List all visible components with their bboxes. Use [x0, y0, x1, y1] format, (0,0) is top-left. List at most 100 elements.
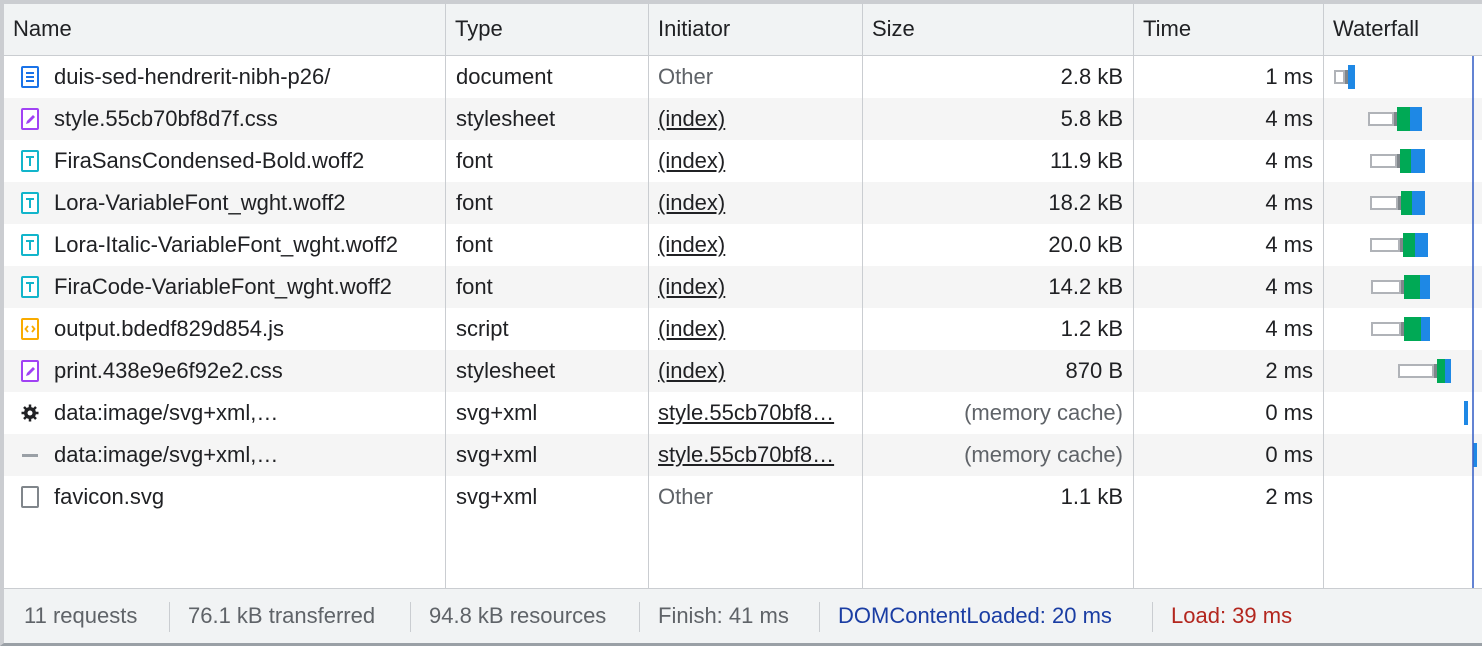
request-name: style.55cb70bf8d7f.css [54, 106, 278, 131]
request-size: (memory cache) [964, 442, 1123, 467]
column-header-name[interactable]: Name [4, 4, 445, 56]
request-size: 5.8 kB [1060, 106, 1123, 131]
waterfall-timing[interactable] [1324, 224, 1482, 266]
column-header-initiator[interactable]: Initiator [649, 4, 862, 56]
waterfall-timing[interactable] [1324, 476, 1482, 518]
column-divider[interactable] [648, 4, 649, 588]
status-bar: 11 requests 76.1 kB transferred 94.8 kB … [4, 588, 1482, 643]
table-row[interactable]: data:image/svg+xml,… svg+xml style.55cb70b… [4, 392, 1482, 434]
request-time: 4 ms [1265, 316, 1313, 341]
request-time: 4 ms [1265, 274, 1313, 299]
waterfall-timing[interactable] [1324, 350, 1482, 392]
request-name: data:image/svg+xml,… [54, 442, 279, 467]
request-name: output.bdedf829d854.js [54, 316, 284, 341]
request-name: favicon.svg [54, 484, 165, 509]
request-type: font [456, 148, 493, 173]
waterfall-timing[interactable] [1324, 308, 1482, 350]
initiator-link[interactable]: style.55cb70bf8… [649, 434, 860, 476]
request-size: (memory cache) [964, 400, 1123, 425]
initiator-link[interactable]: (index) [649, 266, 860, 308]
request-time: 1 ms [1265, 64, 1313, 89]
request-name: print.438e9e6f92e2.css [54, 358, 283, 383]
request-type: svg+xml [456, 400, 538, 425]
waterfall-queue-bar [1398, 364, 1434, 378]
request-time: 2 ms [1265, 358, 1313, 383]
waterfall-waiting-bar [1397, 107, 1410, 131]
request-time: 0 ms [1265, 442, 1313, 467]
request-name: duis-sed-hendrerit-nibh-p26/ [54, 64, 331, 89]
request-type: svg+xml [456, 484, 538, 509]
status-divider [410, 602, 411, 632]
waterfall-queue-bar [1370, 238, 1400, 252]
table-row[interactable]: Lora-Italic-VariableFont_wght.woff2 font (… [4, 224, 1482, 266]
request-type: document [456, 64, 553, 89]
column-divider[interactable] [1133, 4, 1134, 588]
column-divider[interactable] [1323, 4, 1324, 588]
status-divider [639, 602, 640, 632]
request-count: 11 requests [24, 603, 138, 628]
table-row[interactable]: style.55cb70bf8d7f.css stylesheet (index) 5… [4, 98, 1482, 140]
dom-content-loaded-time: DOMContentLoaded: 20 ms [838, 603, 1112, 628]
status-divider [1152, 602, 1153, 632]
table-row[interactable]: FiraCode-VariableFont_wght.woff2 font (ind… [4, 266, 1482, 308]
waterfall-timing[interactable] [1324, 56, 1482, 98]
waterfall-timing[interactable] [1324, 140, 1482, 182]
initiator-link[interactable]: (index) [649, 98, 860, 140]
column-header-size[interactable]: Size [863, 4, 1133, 56]
finish-time: Finish: 41 ms [658, 603, 789, 628]
transferred-size: 76.1 kB transferred [188, 603, 376, 628]
request-type: stylesheet [456, 106, 556, 131]
initiator-link[interactable]: (index) [649, 182, 860, 224]
request-name: Lora-VariableFont_wght.woff2 [54, 190, 346, 215]
table-row[interactable]: print.438e9e6f92e2.css stylesheet (index) 8… [4, 350, 1482, 392]
waterfall-queue-bar [1371, 322, 1401, 336]
waterfall-timing[interactable] [1324, 182, 1482, 224]
request-type: font [456, 232, 493, 257]
request-time: 0 ms [1265, 400, 1313, 425]
request-size: 11.9 kB [1050, 148, 1123, 173]
initiator-link[interactable]: style.55cb70bf8… [649, 392, 860, 434]
request-type: font [456, 274, 493, 299]
waterfall-download-bar [1412, 191, 1425, 215]
initiator-link[interactable]: (index) [649, 308, 860, 350]
request-size: 1.2 kB [1060, 316, 1123, 341]
request-name: FiraCode-VariableFont_wght.woff2 [54, 274, 392, 299]
request-size: 2.8 kB [1060, 64, 1123, 89]
column-header-type[interactable]: Type [446, 4, 648, 56]
status-divider [819, 602, 820, 632]
table-row[interactable]: FiraSansCondensed-Bold.woff2 font (index) 1… [4, 140, 1482, 182]
initiator-link[interactable]: (index) [649, 224, 860, 266]
table-row[interactable]: output.bdedf829d854.js script (index) 1.2 k… [4, 308, 1482, 350]
waterfall-timing[interactable] [1324, 434, 1482, 476]
network-panel: Name Type Initiator Size Time Waterfall … [0, 0, 1482, 646]
table-row[interactable]: favicon.svg svg+xml Other 1.1 kB 2 ms [4, 476, 1482, 518]
waterfall-timing[interactable] [1324, 392, 1482, 434]
initiator-text: Other [658, 64, 714, 89]
request-type: font [456, 190, 493, 215]
waterfall-download-bar [1421, 317, 1430, 341]
initiator-link[interactable]: (index) [649, 140, 860, 182]
waterfall-download-bar [1415, 233, 1428, 257]
table-row[interactable]: duis-sed-hendrerit-nibh-p26/document Othe… [4, 56, 1482, 98]
waterfall-timing[interactable] [1324, 266, 1482, 308]
initiator-link[interactable]: (index) [649, 350, 860, 392]
waterfall-timing[interactable] [1324, 98, 1482, 140]
load-time: Load: 39 ms [1171, 603, 1293, 628]
waterfall-waiting-bar [1401, 191, 1412, 215]
table-row[interactable]: data:image/svg+xml,… svg+xml style.55cb70b… [4, 434, 1482, 476]
request-name: Lora-Italic-VariableFont_wght.woff2 [54, 232, 399, 257]
request-time: 4 ms [1265, 106, 1313, 131]
load-event-marker-line [1472, 56, 1474, 588]
table-row[interactable]: Lora-VariableFont_wght.woff2 font (index) 1… [4, 182, 1482, 224]
request-time: 2 ms [1265, 484, 1313, 509]
column-header-waterfall[interactable]: Waterfall [1324, 4, 1482, 56]
network-request-table: Name Type Initiator Size Time Waterfall … [4, 4, 1482, 588]
request-time: 4 ms [1265, 148, 1313, 173]
column-divider[interactable] [445, 4, 446, 588]
waterfall-download-bar [1410, 107, 1422, 131]
waterfall-queue-bar [1368, 112, 1394, 126]
status-divider [169, 602, 170, 632]
column-header-time[interactable]: Time [1134, 4, 1322, 56]
column-divider[interactable] [862, 4, 863, 588]
request-type: stylesheet [456, 358, 556, 383]
